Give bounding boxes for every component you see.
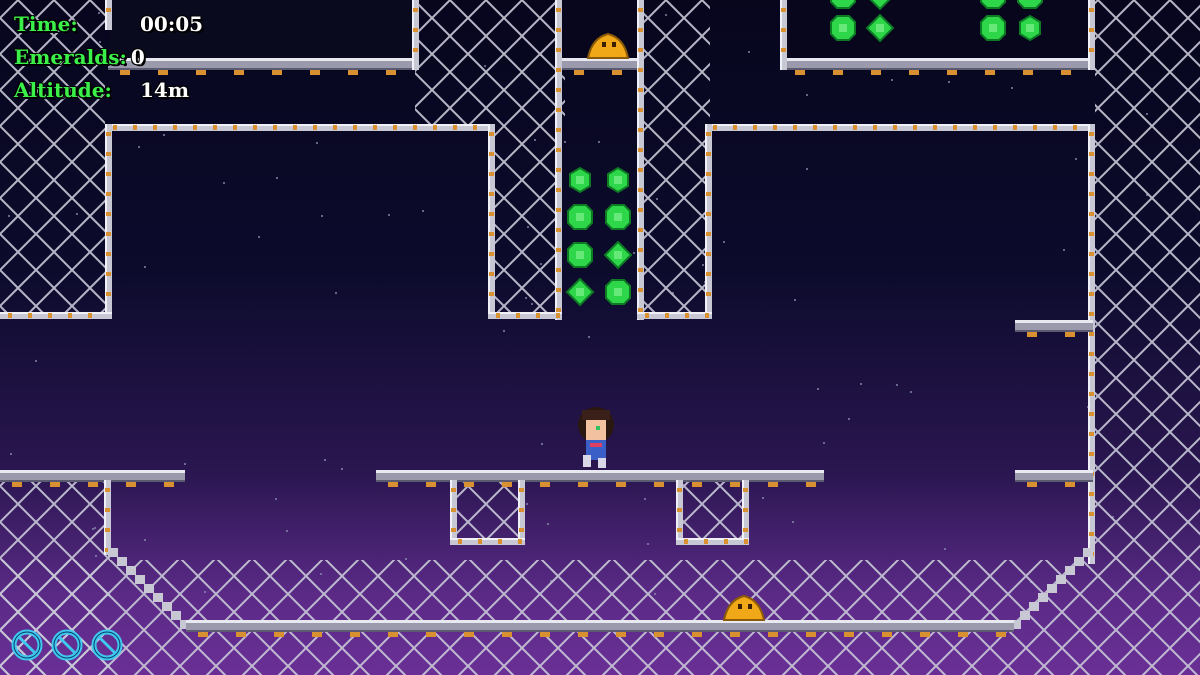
ring-life-icon <box>11 629 43 661</box>
emerald-gem-icon <box>830 15 856 41</box>
steel-beam-horizontal <box>705 124 1095 131</box>
steel-beam-vertical <box>637 0 644 320</box>
steel-beam-vertical <box>518 480 525 540</box>
steel-beam-horizontal <box>0 312 112 319</box>
altitude-value: 14m <box>140 78 189 102</box>
slope-step-left <box>171 611 181 620</box>
slope-step-right <box>1029 602 1039 611</box>
slope-step-left <box>144 584 154 593</box>
player-girl-sprite <box>578 407 614 468</box>
game-viewport[interactable]: Time: 00:05 Emeralds: 0 Altitude: 14m <box>0 0 1200 675</box>
slope-step-left <box>117 557 127 566</box>
slime-blob-sprite <box>722 594 766 621</box>
emerald-gem-icon <box>569 166 591 194</box>
emerald-gem-icon <box>980 15 1006 41</box>
time-value: 00:05 <box>140 12 204 36</box>
emerald-gem-icon <box>605 204 631 230</box>
steel-beam-vertical <box>412 0 419 70</box>
ring-life-icon <box>91 629 123 661</box>
slope-step-right <box>1047 584 1057 593</box>
slope-step-right <box>1083 548 1093 557</box>
time-label: Time: <box>14 12 78 36</box>
hud-time-row: Time: 00:05 <box>14 8 203 41</box>
vault-floor-platform <box>783 58 1093 75</box>
slope-step-left <box>108 548 118 557</box>
ring-life-icon <box>51 629 83 661</box>
slope-step-right <box>1020 611 1030 620</box>
emerald-gem-icon <box>567 204 593 230</box>
steel-beam-vertical <box>555 0 562 320</box>
slope-step-left <box>153 593 163 602</box>
emerald-gem-icon <box>567 242 593 268</box>
emerald-gem-icon <box>980 0 1006 9</box>
steel-beam-vertical <box>780 0 787 70</box>
bottom-floor-platform <box>186 620 1014 637</box>
steel-beam-vertical <box>1088 0 1095 70</box>
emerald-gem-icon <box>830 0 856 9</box>
center-floor-platform <box>376 470 824 487</box>
altitude-label: Altitude: <box>14 78 112 102</box>
emeralds-label: Emeralds: <box>14 45 127 69</box>
slope-step-left <box>162 602 172 611</box>
emerald-gem-icon <box>1017 0 1043 9</box>
emerald-gem-icon <box>1019 14 1041 42</box>
hud-panel: Time: 00:05 Emeralds: 0 Altitude: 14m <box>14 8 203 107</box>
emerald-gem-icon <box>605 279 631 305</box>
emerald-gem-icon <box>865 13 895 43</box>
slope-step-left <box>126 566 136 575</box>
left-floor-platform <box>0 470 185 487</box>
hud-emeralds-row: Emeralds: 0 <box>14 41 203 74</box>
steel-beam-horizontal <box>637 312 712 319</box>
slope-step-right <box>1056 575 1066 584</box>
right-ledge-platform <box>1015 320 1093 337</box>
hud-altitude-row: Altitude: 14m <box>14 74 203 107</box>
steel-beam-horizontal <box>450 538 525 545</box>
slope-step-left <box>135 575 145 584</box>
steel-beam-horizontal <box>105 124 495 131</box>
steel-beam-vertical <box>488 124 495 319</box>
steel-beam-vertical <box>450 480 457 540</box>
slime-blob-sprite <box>586 32 630 59</box>
emerald-gem-icon <box>603 240 633 270</box>
right-floor-platform <box>1015 470 1093 487</box>
steel-beam-vertical <box>676 480 683 540</box>
steel-beam-vertical <box>105 124 112 319</box>
emerald-gem-icon <box>565 277 595 307</box>
steel-beam-horizontal <box>676 538 749 545</box>
steel-beam-vertical <box>705 124 712 319</box>
lives-indicator <box>10 628 124 662</box>
emerald-gem-icon <box>607 166 629 194</box>
shaft-top-platform <box>562 58 638 75</box>
slope-step-right <box>1074 557 1084 566</box>
slope-step-right <box>1038 593 1048 602</box>
steel-beam-vertical <box>104 480 111 555</box>
steel-beam-vertical <box>742 480 749 540</box>
slope-step-right <box>1065 566 1075 575</box>
emerald-gem-icon <box>869 0 891 11</box>
steel-beam-horizontal <box>488 312 562 319</box>
emeralds-value: 0 <box>130 45 145 69</box>
steel-beam-vertical <box>1088 124 1095 564</box>
